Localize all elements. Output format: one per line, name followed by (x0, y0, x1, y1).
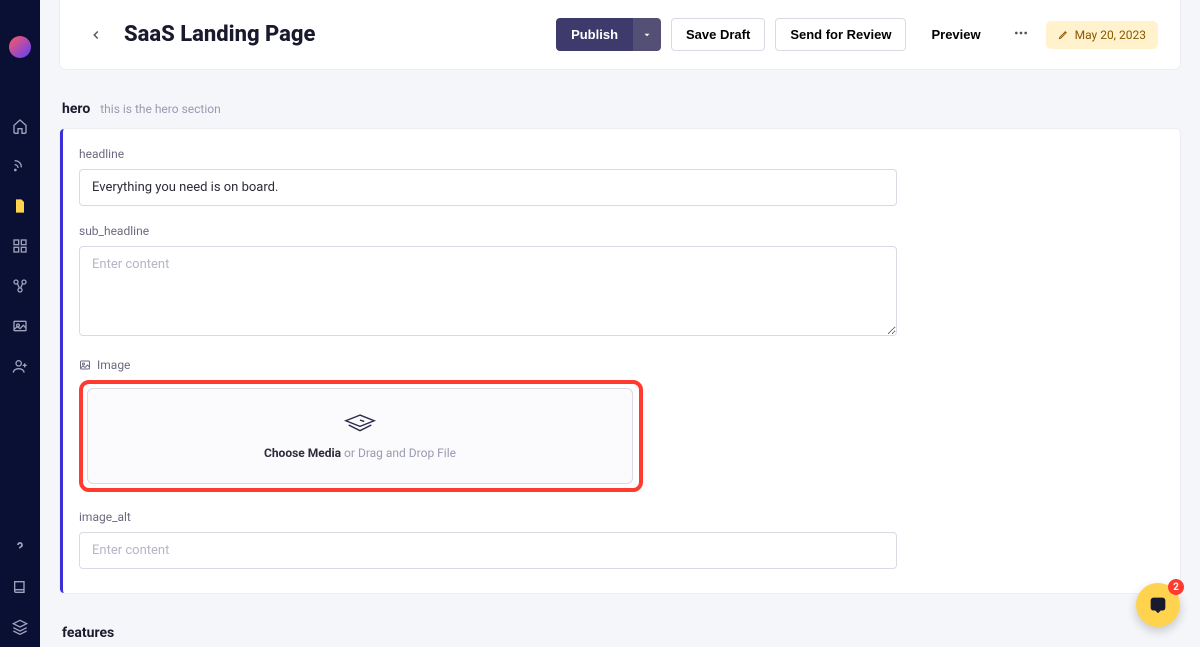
schedule-date-pill[interactable]: May 20, 2023 (1046, 21, 1158, 49)
image-dropzone[interactable]: Choose Media or Drag and Drop File (87, 388, 633, 484)
nav-members[interactable] (0, 346, 40, 386)
send-for-review-button[interactable]: Send for Review (775, 18, 906, 51)
schedule-date-text: May 20, 2023 (1075, 28, 1146, 42)
sub-headline-textarea[interactable] (79, 246, 897, 336)
publish-button[interactable]: Publish (556, 18, 633, 51)
preview-button[interactable]: Preview (916, 18, 995, 51)
field-label-image: Image (79, 358, 897, 372)
field-sub-headline: sub_headline (79, 224, 897, 340)
nav-layers[interactable] (0, 607, 40, 647)
media-icon (12, 318, 28, 334)
image-icon (79, 359, 91, 371)
user-plus-icon (12, 358, 28, 374)
field-label-headline: headline (79, 147, 897, 161)
nav-components[interactable] (0, 266, 40, 306)
image-alt-input[interactable] (79, 532, 897, 569)
field-label-sub-headline: sub_headline (79, 224, 897, 238)
components-icon (12, 278, 28, 294)
book-icon (12, 579, 28, 595)
layers-icon (12, 619, 28, 635)
back-button[interactable] (82, 21, 110, 49)
nav-help[interactable] (0, 527, 40, 567)
section-name: features (62, 625, 114, 641)
grid-icon (12, 238, 28, 254)
pencil-icon (1058, 29, 1069, 40)
nav-collections[interactable] (0, 226, 40, 266)
more-actions-button[interactable] (1006, 16, 1036, 53)
more-icon (1013, 25, 1029, 41)
blog-icon (12, 158, 28, 174)
nav-pages[interactable] (0, 186, 40, 226)
section-heading-features: features (62, 625, 1180, 641)
stack-icon (343, 412, 377, 438)
headline-input[interactable] (79, 169, 897, 206)
page-header: SaaS Landing Page Publish Save Draft Sen… (60, 0, 1180, 69)
field-image: Image Choose Media or Drag and Drop File (79, 358, 897, 492)
section-name: hero (62, 101, 90, 117)
home-icon (12, 118, 28, 134)
field-image-alt: image_alt (79, 510, 897, 569)
field-label-image-alt: image_alt (79, 510, 897, 524)
page-title: SaaS Landing Page (124, 22, 315, 47)
publish-dropdown[interactable] (633, 18, 661, 51)
section-description: this is the hero section (100, 102, 220, 116)
main-content: SaaS Landing Page Publish Save Draft Sen… (40, 0, 1200, 647)
chat-icon (1147, 594, 1169, 616)
save-draft-button[interactable]: Save Draft (671, 18, 765, 51)
chat-launcher[interactable]: 2 (1136, 583, 1180, 627)
caret-down-icon (642, 30, 652, 40)
section-heading-hero: hero this is the hero section (62, 101, 1180, 117)
field-headline: headline (79, 147, 897, 206)
chat-badge: 2 (1168, 579, 1184, 595)
page-icon (12, 198, 28, 214)
nav-blog[interactable] (0, 146, 40, 186)
chevron-left-icon (89, 28, 103, 42)
help-icon (12, 539, 28, 555)
nav-home[interactable] (0, 106, 40, 146)
nav-docs[interactable] (0, 567, 40, 607)
app-sidebar (0, 0, 40, 647)
annotation-highlight: Choose Media or Drag and Drop File (79, 380, 643, 492)
dropzone-text: Choose Media or Drag and Drop File (264, 446, 456, 460)
hero-form-card: headline sub_headline Image (60, 129, 1180, 593)
app-logo (9, 36, 31, 58)
nav-media[interactable] (0, 306, 40, 346)
